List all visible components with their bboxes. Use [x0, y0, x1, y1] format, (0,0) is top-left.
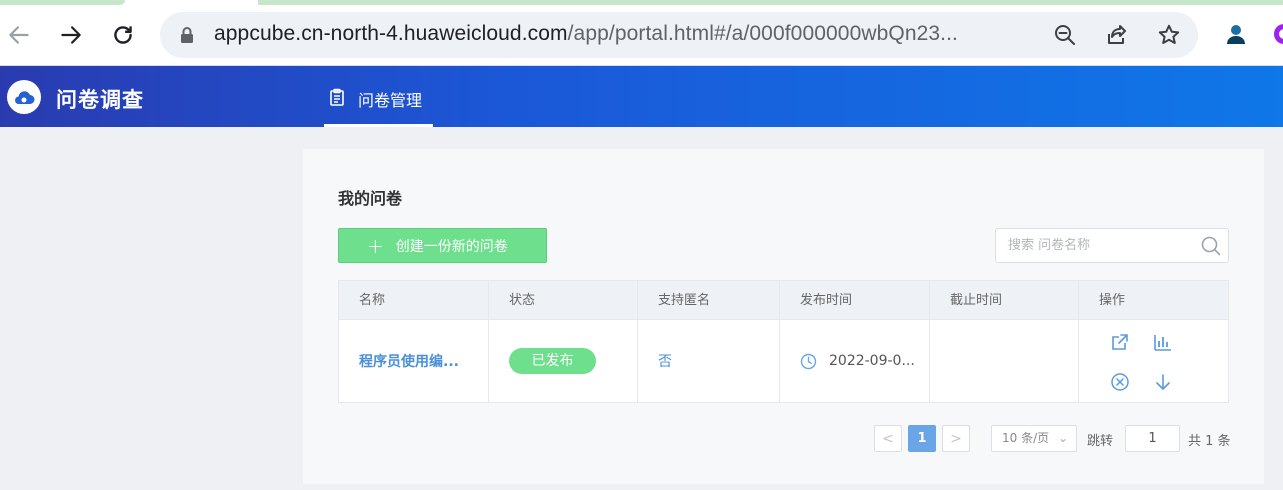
tab-strip-left — [0, 0, 125, 5]
table-row: 程序员使用编... 已发布 否 2022-09-0... — [339, 320, 1228, 402]
zoom-button[interactable] — [1053, 23, 1077, 47]
cloud-logo-icon — [15, 91, 35, 104]
app-header: 问卷调查 问卷管理 — [0, 66, 1283, 127]
cell-publish-time: 2022-09-0... — [780, 320, 930, 402]
cell-actions — [1079, 320, 1228, 402]
back-button[interactable] — [4, 20, 34, 50]
tab-label: 问卷管理 — [358, 91, 423, 110]
cell-status: 已发布 — [489, 320, 638, 402]
next-page-button[interactable]: > — [942, 425, 970, 452]
status-badge: 已发布 — [509, 348, 596, 374]
extension-button[interactable] — [1272, 22, 1283, 46]
close-circle-icon[interactable] — [1110, 372, 1130, 392]
anonymous-value: 否 — [658, 354, 672, 370]
download-icon[interactable] — [1153, 372, 1173, 392]
column-header-anonymous: 支持匿名 — [638, 281, 780, 320]
bar-chart-icon[interactable] — [1153, 332, 1173, 352]
star-icon — [1158, 24, 1180, 44]
column-header-deadline: 截止时间 — [930, 281, 1079, 320]
arrow-right-icon — [61, 26, 81, 44]
page-size-select[interactable]: 10 条/页 ⌄ — [991, 425, 1077, 452]
arrow-left-icon — [9, 26, 29, 44]
column-header-publish-time: 发布时间 — [780, 281, 930, 320]
chevron-down-icon: ⌄ — [1057, 431, 1068, 445]
search-input[interactable] — [997, 230, 1193, 261]
create-questionnaire-button[interactable]: + 创建一份新的问卷 — [338, 228, 547, 263]
tab-questionnaire-management[interactable]: 问卷管理 — [324, 66, 433, 127]
plus-icon: + — [367, 233, 384, 258]
share-button[interactable] — [1105, 23, 1129, 47]
column-header-actions: 操作 — [1099, 293, 1126, 308]
questionnaire-table: 名称 状态 支持匿名 发布时间 截止时间 操作 程序员使用编... 已发布 否 … — [338, 280, 1229, 403]
url-text: appcube.cn-north-4.huaweicloud.com/app/p… — [214, 22, 958, 46]
reload-icon — [114, 26, 132, 44]
section-title: 我的问卷 — [338, 189, 403, 208]
tab-strip-right — [258, 0, 1283, 5]
search-icon[interactable] — [1200, 235, 1222, 257]
column-header-name: 名称 — [339, 281, 489, 320]
questionnaire-panel: 我的问卷 + 创建一份新的问卷 名称 状态 支持匿名 发布时间 截止时间 操作 … — [303, 149, 1264, 484]
publish-time-value: 2022-09-0... — [829, 353, 915, 369]
total-count: 共 1 条 — [1188, 434, 1231, 449]
url-host: appcube.cn-north-4.huaweicloud.com — [214, 22, 568, 45]
reload-button[interactable] — [108, 20, 138, 50]
user-icon — [1227, 25, 1245, 44]
url-path: /app/portal.html#/a/000f000000wbQn23... — [567, 22, 958, 45]
app-logo[interactable] — [7, 80, 41, 114]
clipboard-icon — [330, 88, 344, 106]
clock-icon — [800, 353, 817, 369]
address-bar[interactable]: appcube.cn-north-4.huaweicloud.com/app/p… — [160, 12, 1198, 58]
extension-icon — [1274, 24, 1283, 44]
column-header-status: 状态 — [489, 281, 638, 320]
jump-page-input[interactable]: 1 — [1125, 425, 1180, 452]
active-tab-indicator — [324, 124, 433, 127]
page-number-current[interactable]: 1 — [908, 425, 936, 452]
forward-button[interactable] — [56, 20, 86, 50]
bookmark-button[interactable] — [1157, 23, 1181, 47]
table-header: 名称 状态 支持匿名 发布时间 截止时间 操作 — [339, 281, 1228, 320]
prev-page-button[interactable]: < — [874, 425, 902, 452]
zoom-out-icon — [1055, 25, 1075, 45]
browser-toolbar: appcube.cn-north-4.huaweicloud.com/app/p… — [0, 0, 1283, 66]
jump-label: 跳转 — [1087, 434, 1114, 449]
page-size-value: 10 条/页 — [1002, 431, 1050, 445]
cell-name: 程序员使用编... — [339, 320, 489, 402]
cell-anonymous: 否 — [638, 320, 780, 402]
app-title: 问卷调查 — [56, 88, 144, 112]
questionnaire-name-link[interactable]: 程序员使用编... — [359, 351, 459, 371]
search-box — [995, 228, 1229, 263]
cell-deadline — [930, 320, 1079, 402]
lock-icon — [181, 27, 193, 43]
extension-profile-button[interactable] — [1224, 22, 1248, 46]
share-icon — [1108, 25, 1126, 44]
open-external-icon[interactable] — [1110, 332, 1130, 352]
create-button-label: 创建一份新的问卷 — [395, 238, 508, 255]
